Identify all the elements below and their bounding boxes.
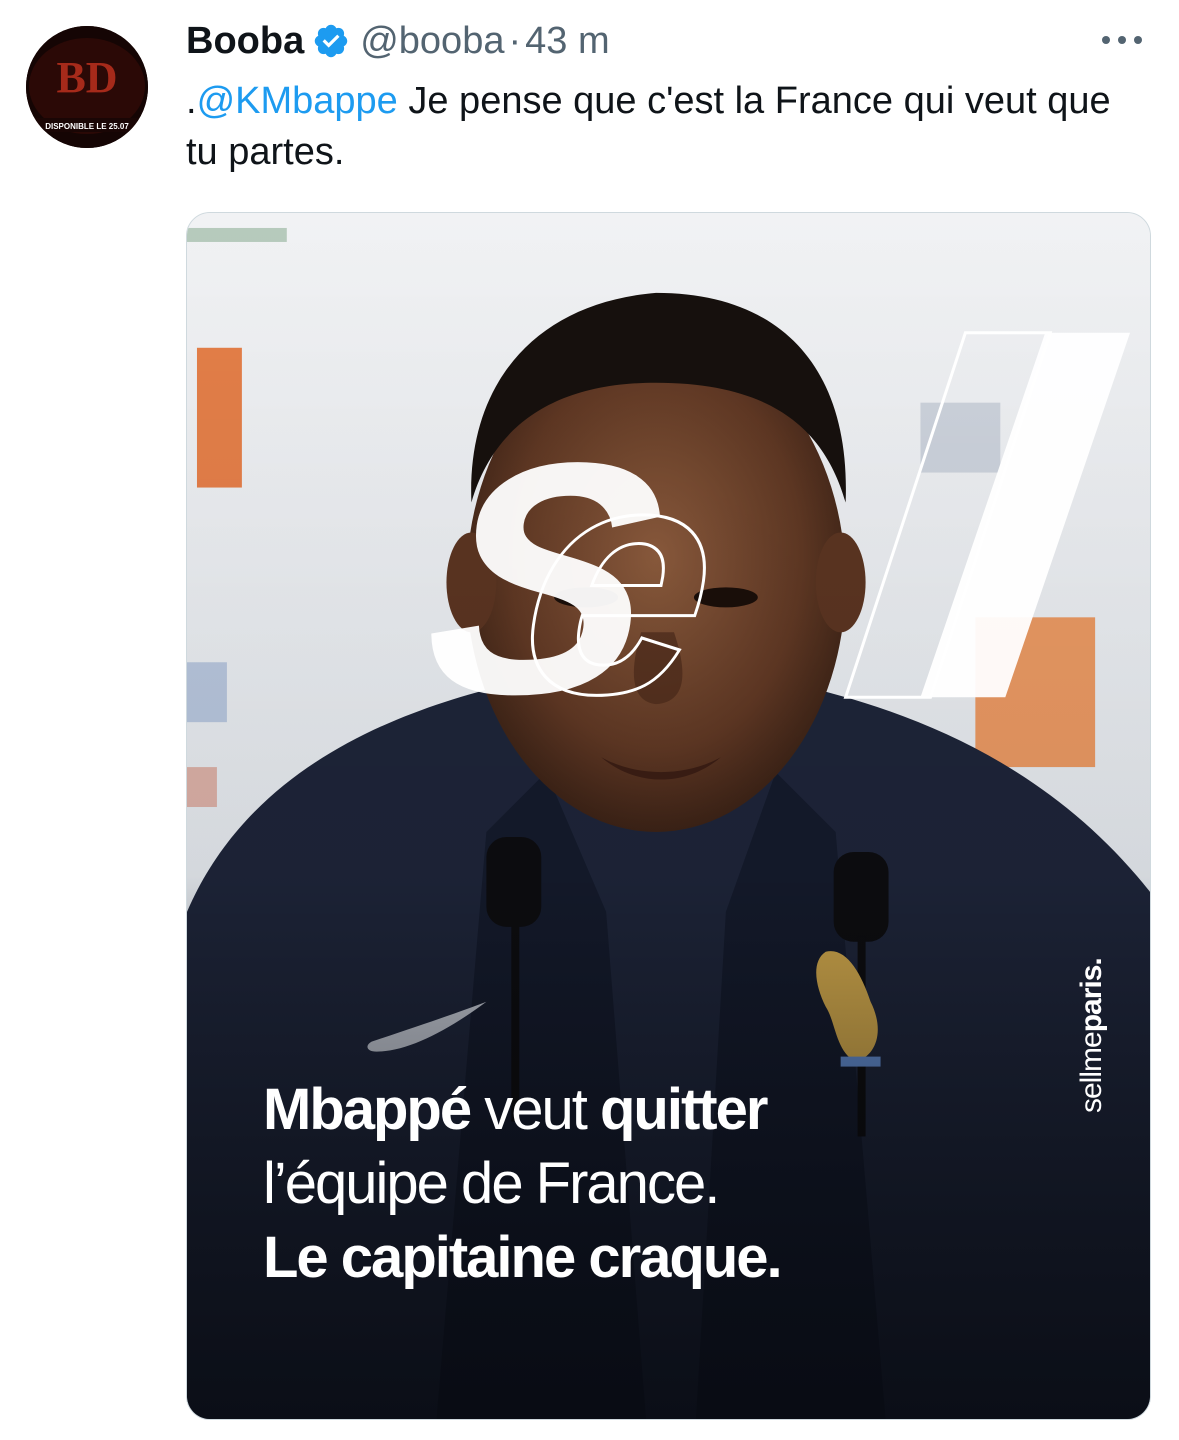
media-caption: Mbappé veut quitter l’équipe de France. … (263, 1073, 1083, 1295)
caption-bold-b: quitter (599, 1077, 768, 1142)
avatar-image: BD DISPONIBLE LE 25.07 (26, 26, 148, 148)
more-dots-icon[interactable] (1097, 28, 1147, 52)
mention-link[interactable]: @KMbappe (197, 80, 398, 122)
verified-badge-icon (312, 22, 350, 60)
display-name[interactable]: Booba (186, 20, 304, 63)
avatar-logo-text: BD (56, 53, 117, 102)
text-prefix: . (186, 80, 197, 122)
caption-line-3: Le capitaine craque. (263, 1225, 783, 1290)
tweet-media[interactable]: S e sellmeparis. Mbappé veut quitter l’é… (186, 212, 1151, 1420)
tweet-text: .@KMbappe Je pense que c'est la France q… (186, 76, 1136, 178)
avatar-banner-text: DISPONIBLE LE 25.07 (45, 122, 129, 131)
caption-bold-a: Mbappé (263, 1077, 472, 1142)
separator-dot: · (508, 19, 522, 62)
watermark-bold: paris. (1075, 958, 1108, 1033)
tweet-header: Booba @booba · 43 m (186, 16, 610, 66)
caption-light: veut (470, 1077, 600, 1142)
handle[interactable]: @booba (360, 20, 504, 63)
tweet[interactable]: BD DISPONIBLE LE 25.07 Booba @booba · 43… (0, 0, 1179, 1440)
timestamp[interactable]: 43 m (525, 20, 609, 63)
caption-line-2: l’équipe de France. (263, 1151, 720, 1216)
avatar[interactable]: BD DISPONIBLE LE 25.07 (26, 26, 148, 148)
caption-line-1: Mbappé veut quitter (263, 1073, 1083, 1147)
